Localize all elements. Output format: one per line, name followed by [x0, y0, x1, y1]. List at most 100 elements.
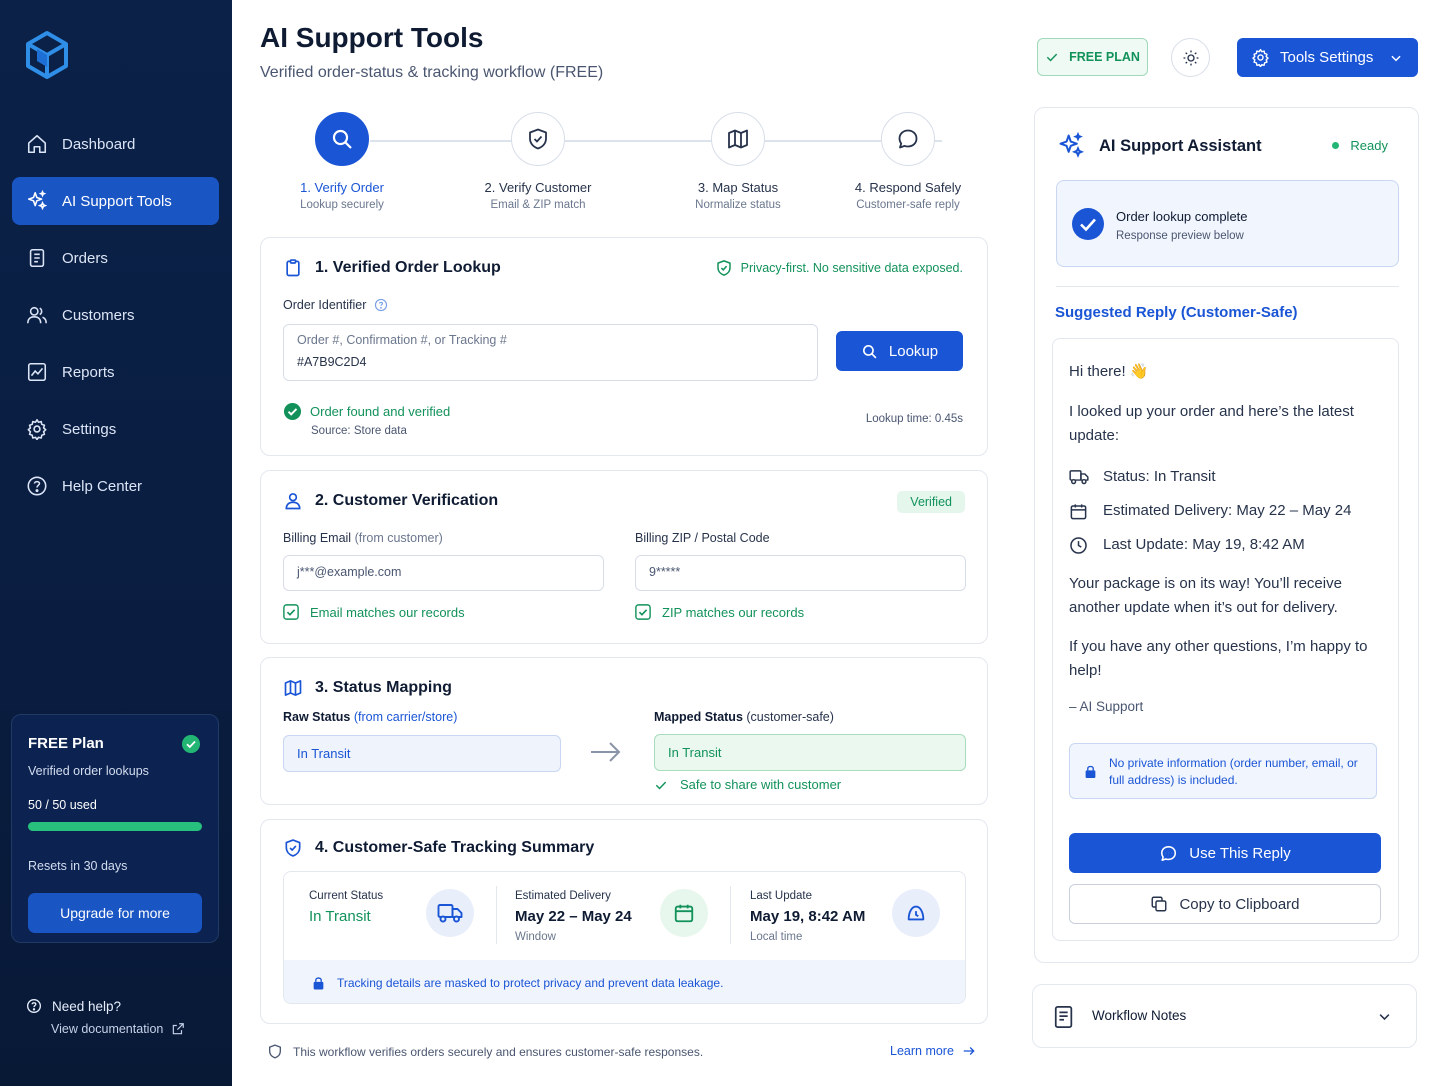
sidebar-item-reports[interactable]: Reports	[12, 348, 219, 396]
suggested-reply-card: Hi there! 👋 I looked up your order and h…	[1052, 338, 1399, 941]
raw-status-text: Raw Status	[283, 710, 351, 724]
order-found-text: Order found and verified	[310, 404, 451, 419]
sidebar-item-dashboard[interactable]: Dashboard	[12, 120, 219, 168]
step-sublabel: Email & ZIP match	[490, 199, 586, 211]
copy-icon	[1151, 896, 1167, 912]
sidebar-item-help-center[interactable]: Help Center	[12, 462, 219, 510]
main-content: AI Support Tools Verified order-status &…	[232, 0, 1448, 1086]
search-icon	[862, 344, 877, 358]
user-icon	[285, 493, 301, 510]
learn-more-label: Learn more	[890, 1044, 954, 1058]
safe-to-share-row: Safe to share with customer	[654, 777, 841, 792]
clock-icon	[1070, 536, 1087, 554]
workflow-stepper: 1. Verify Order Lookup securely 2. Verif…	[260, 112, 990, 217]
estimated-delivery-block: Estimated Delivery May 22 – May 24 Windo…	[515, 890, 632, 943]
order-identifier-label: Order Identifier	[283, 298, 388, 312]
use-this-reply-label: Use This Reply	[1189, 844, 1291, 862]
map-icon	[728, 129, 748, 149]
assistant-title: AI Support Assistant	[1057, 132, 1262, 160]
sidebar-item-settings[interactable]: Settings	[12, 405, 219, 453]
shield-icon	[269, 1044, 281, 1059]
clipboard-icon	[29, 248, 45, 268]
raw-status-label: Raw Status (from carrier/store)	[283, 710, 457, 724]
raw-status-note: (from carrier/store)	[353, 710, 458, 724]
use-this-reply-button[interactable]: Use This Reply	[1069, 833, 1381, 873]
view-documentation-link[interactable]: View documentation	[51, 1022, 185, 1036]
lock-icon	[313, 976, 324, 989]
info-icon[interactable]	[374, 298, 388, 312]
step-verify-customer[interactable]: 2. Verify Customer Email & ZIP match	[438, 112, 638, 211]
delivery-note: Window	[515, 931, 556, 943]
step-sublabel: Customer-safe reply	[856, 199, 960, 211]
lookup-time: Lookup time: 0.45s	[865, 413, 963, 425]
privacy-notice-text: No private information (order number, em…	[1109, 756, 1358, 787]
clipboard-icon	[286, 259, 300, 277]
page-title: AI Support Tools	[260, 22, 484, 53]
order-identifier-value: #A7B9C2D4	[297, 355, 367, 369]
sidebar-item-orders[interactable]: Orders	[12, 234, 219, 282]
reply-intro: I looked up your order and here’s the la…	[1069, 403, 1354, 444]
help-icon	[27, 999, 41, 1013]
lookup-complete-box: Order lookup complete Response preview b…	[1056, 180, 1399, 267]
zip-match-row: ZIP matches our records	[635, 604, 804, 620]
truck-icon	[1069, 470, 1089, 485]
status-dot	[1332, 142, 1340, 149]
order-found-row: Order found and verified	[283, 402, 450, 421]
learn-more-link[interactable]: Learn more	[890, 1044, 976, 1058]
doc-label: View documentation	[51, 1022, 164, 1036]
reply-status-text: Status: In Transit	[1103, 468, 1216, 485]
workflow-notes-accordion[interactable]: Workflow Notes	[1032, 984, 1417, 1048]
chat-bubble-icon	[1161, 845, 1177, 861]
alarm-clock-icon	[907, 905, 925, 921]
workflow-notes-title: Workflow Notes	[1092, 1008, 1187, 1023]
theme-toggle-button[interactable]	[1171, 38, 1210, 77]
step-verify-order[interactable]: 1. Verify Order Lookup securely	[242, 112, 442, 211]
workflow-footer: This workflow verifies orders securely a…	[267, 1043, 703, 1060]
check-circle-icon	[1072, 208, 1104, 240]
sparkles-icon	[27, 190, 48, 211]
sidebar-item-customers[interactable]: Customers	[12, 291, 219, 339]
truck-icon	[437, 904, 463, 923]
need-help[interactable]: Need help?	[26, 998, 185, 1014]
billing-zip-field[interactable]: 9*****	[635, 555, 966, 591]
update-label: Last Update	[750, 890, 813, 902]
plan-title: FREE Plan	[28, 735, 104, 752]
billing-email-field[interactable]: j***@example.com	[283, 555, 604, 591]
chat-bubble-icon	[898, 129, 918, 149]
step-respond-safely[interactable]: 4. Respond Safely Customer-safe reply	[808, 112, 1008, 211]
check-icon	[655, 781, 667, 790]
order-lookup-card: 1. Verified Order Lookup Privacy-first. …	[260, 237, 988, 456]
chart-icon	[27, 362, 47, 382]
step-sublabel: Lookup securely	[300, 199, 384, 211]
step-circle	[881, 112, 935, 166]
reply-signature: – AI Support	[1069, 699, 1144, 714]
gear-icon	[1252, 48, 1269, 67]
reply-update-text: Last Update: May 19, 8:42 AM	[1103, 536, 1305, 553]
ready-text: Ready	[1350, 138, 1388, 153]
copy-to-clipboard-button[interactable]: Copy to Clipboard	[1069, 884, 1381, 924]
lookup-button[interactable]: Lookup	[836, 331, 963, 371]
arrow-right-icon	[963, 1047, 975, 1055]
logo-icon[interactable]	[24, 30, 70, 80]
reply-body-2: If you have any other questions, I’m hap…	[1069, 638, 1368, 679]
external-link-icon	[173, 1023, 185, 1035]
divider	[1056, 286, 1399, 287]
reply-body-1: Your package is on its way! You’ll recei…	[1069, 575, 1342, 616]
step-label: 1. Verify Order	[300, 180, 384, 195]
lookup-source: Source: Store data	[311, 425, 407, 437]
sidebar-nav: Dashboard AI Support Tools Orders Custom…	[12, 120, 219, 519]
billing-email-text: Billing Email	[283, 531, 352, 545]
mapped-status-note: (customer-safe)	[746, 710, 834, 724]
upgrade-button[interactable]: Upgrade for more	[28, 893, 202, 933]
card-title: 3. Status Mapping	[283, 678, 452, 698]
mask-note-text: Tracking details are masked to protect p…	[337, 975, 724, 990]
check-circle-icon	[182, 735, 200, 753]
step-label: 4. Respond Safely	[854, 180, 962, 195]
sidebar-item-label: AI Support Tools	[62, 192, 172, 210]
sidebar-item-ai-support-tools[interactable]: AI Support Tools	[12, 177, 219, 225]
tools-settings-button[interactable]: Tools Settings	[1237, 38, 1418, 77]
current-status-label: Current Status	[309, 890, 384, 902]
order-identifier-input[interactable]: Order #, Confirmation #, or Tracking # #…	[283, 324, 818, 381]
home-icon	[27, 134, 47, 154]
arrow-right-icon	[591, 742, 621, 762]
